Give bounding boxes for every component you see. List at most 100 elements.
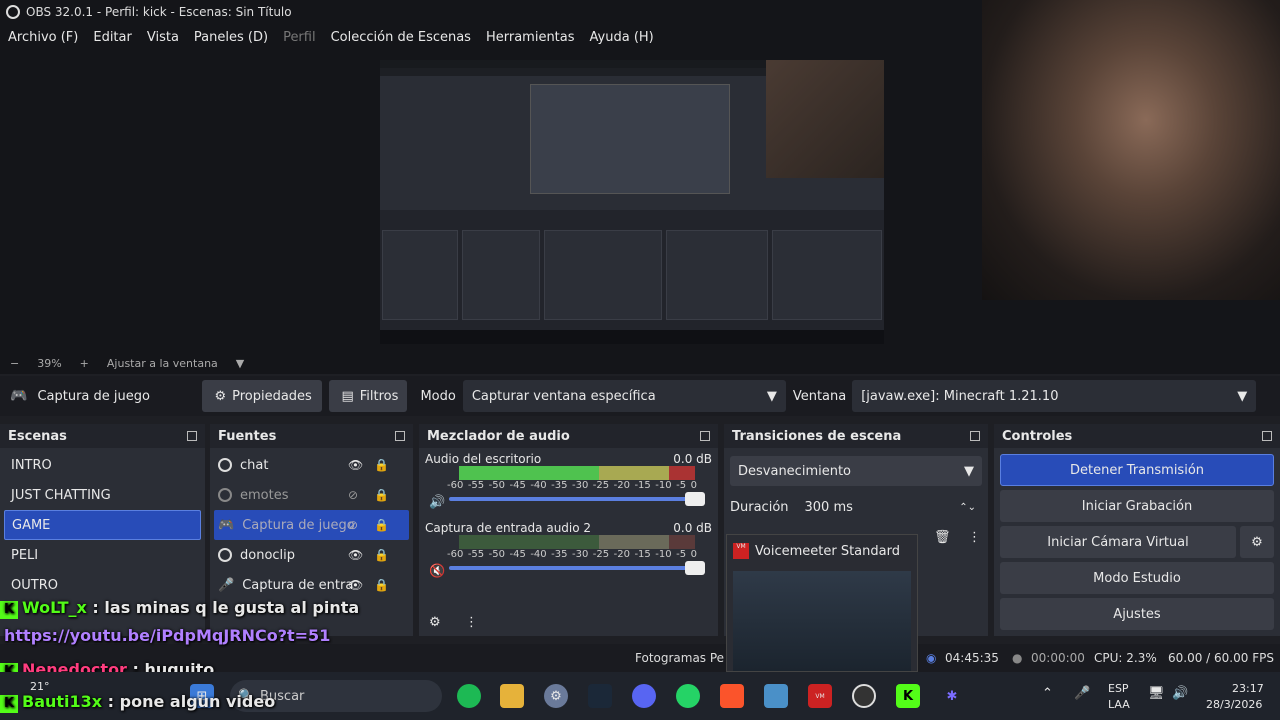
more-options-icon[interactable]: ⋮	[968, 530, 981, 545]
muted-speaker-icon[interactable]: 🔇	[429, 564, 445, 579]
undock-icon[interactable]	[187, 431, 197, 441]
eye-hidden-icon[interactable]: ⊘	[348, 518, 358, 532]
menu-perfil[interactable]: Perfil	[283, 30, 316, 45]
voicemeeter-taskbar-icon[interactable]: VM	[808, 684, 832, 708]
undock-icon[interactable]	[1262, 431, 1272, 441]
chevron-down-icon: ▼	[766, 388, 777, 404]
discord-icon[interactable]	[632, 684, 656, 708]
eye-icon[interactable]: 👁	[348, 548, 363, 562]
undock-icon[interactable]	[970, 431, 980, 441]
channel-name: Audio del escritorio	[425, 452, 542, 466]
transition-select[interactable]: Desvanecimiento ▼	[730, 456, 982, 486]
channel-db: 0.0 dB	[673, 521, 712, 535]
microphone-icon[interactable]: 🎤	[1074, 686, 1090, 701]
network-icon[interactable]: 🖥	[1148, 686, 1165, 701]
scene-item-intro[interactable]: INTRO	[0, 450, 205, 480]
window-select[interactable]: [javaw.exe]: Minecraft 1.21.10 ▼	[852, 380, 1257, 412]
microphone-icon: 🎤	[218, 577, 235, 593]
scenes-header: Escenas	[0, 424, 205, 448]
stream-icon: ◉	[926, 651, 937, 665]
speaker-icon[interactable]: 🔊	[429, 495, 445, 510]
lang-primary[interactable]: ESP	[1108, 682, 1129, 695]
eye-icon[interactable]: 👁	[348, 458, 363, 472]
filters-button[interactable]: ▤ Filtros	[329, 380, 408, 412]
menu-editar[interactable]: Editar	[93, 30, 132, 45]
volume-slider[interactable]	[449, 561, 705, 575]
undock-icon[interactable]	[395, 431, 405, 441]
controls-dock: Controles Detener Transmisión Iniciar Gr…	[994, 424, 1280, 636]
brave-icon[interactable]	[720, 684, 744, 708]
stop-stream-button[interactable]: Detener Transmisión	[1000, 454, 1274, 486]
settings-button[interactable]: Ajustes	[1000, 598, 1274, 630]
preview-canvas[interactable]	[380, 60, 884, 344]
chevron-down-icon[interactable]: ▼	[236, 357, 244, 370]
duration-input[interactable]: 300 ms ⌃⌄	[798, 492, 982, 522]
slider-knob[interactable]	[685, 492, 705, 506]
lock-icon[interactable]: 🔒	[374, 458, 389, 472]
eye-hidden-icon[interactable]: ⊘	[348, 488, 358, 502]
menu-paneles[interactable]: Paneles (D)	[194, 30, 268, 45]
record-icon: ●	[1012, 651, 1023, 665]
menu-ayuda[interactable]: Ayuda (H)	[590, 30, 654, 45]
start-recording-button[interactable]: Iniciar Grabación	[1000, 490, 1274, 522]
photos-icon[interactable]	[764, 684, 788, 708]
source-item-emotes[interactable]: emotes ⊘ 🔒	[210, 480, 413, 510]
window-label: Ventana	[792, 388, 847, 404]
more-options-icon[interactable]: ⋮	[465, 615, 478, 630]
scene-item-outro[interactable]: OUTRO	[0, 570, 205, 600]
lang-secondary[interactable]: LAA	[1108, 698, 1130, 711]
transition-type: Desvanecimiento	[738, 463, 852, 479]
duration-value: 300 ms	[804, 499, 853, 515]
source-item-captura-juego[interactable]: 🎮 Captura de juego ⊘ 🔒	[214, 510, 409, 540]
scene-item-just-chatting[interactable]: JUST CHATTING	[0, 480, 205, 510]
eye-icon[interactable]: 👁	[348, 578, 363, 592]
mode-select[interactable]: Capturar ventana específica ▼	[462, 380, 786, 412]
slider-knob[interactable]	[685, 561, 705, 575]
spin-icon[interactable]: ⌃⌄	[959, 502, 976, 513]
menu-coleccion[interactable]: Colección de Escenas	[331, 30, 471, 45]
obs-taskbar-icon[interactable]	[852, 684, 876, 708]
lock-icon[interactable]: 🔒	[374, 518, 389, 532]
lock-icon[interactable]: 🔒	[374, 578, 389, 592]
browser-source-icon	[218, 458, 232, 472]
source-item-captura-entrada[interactable]: 🎤 Captura de entra 👁 🔒	[210, 570, 413, 600]
duration-label: Duración	[730, 499, 789, 515]
volume-icon[interactable]: 🔊	[1172, 686, 1188, 701]
lock-icon[interactable]: 🔒	[374, 488, 389, 502]
whatsapp-icon[interactable]	[676, 684, 700, 708]
zoom-bar: − 39% + Ajustar a la ventana ▼	[0, 352, 1280, 374]
spotify-icon[interactable]	[457, 684, 481, 708]
source-item-chat[interactable]: chat 👁 🔒	[210, 450, 413, 480]
nested-scenes	[382, 230, 458, 320]
clock-time[interactable]: 23:17	[1232, 682, 1264, 695]
virtual-cam-button[interactable]: Iniciar Cámara Virtual	[1000, 526, 1236, 558]
trash-icon[interactable]: 🗑	[934, 530, 951, 545]
virtual-cam-settings-icon[interactable]: ⚙	[1240, 526, 1274, 558]
kick-icon: K	[0, 601, 18, 619]
source-label: donoclip	[240, 547, 296, 563]
gear-icon[interactable]: ⚙	[429, 615, 441, 630]
menu-archivo[interactable]: Archivo (F)	[8, 30, 78, 45]
source-label: emotes	[240, 487, 289, 503]
kick-taskbar-icon[interactable]: K	[896, 684, 920, 708]
steam-icon[interactable]	[588, 684, 612, 708]
source-item-donoclip[interactable]: donoclip 👁 🔒	[210, 540, 413, 570]
properties-button[interactable]: ⚙ Propiedades	[202, 380, 323, 412]
zoom-in-button[interactable]: +	[80, 357, 89, 370]
menu-herramientas[interactable]: Herramientas	[486, 30, 575, 45]
zoom-out-button[interactable]: −	[10, 357, 19, 370]
zoom-fit-dropdown[interactable]: Ajustar a la ventana	[107, 357, 218, 370]
network-app-icon[interactable]: ✱	[940, 684, 964, 708]
clock-date[interactable]: 28/3/2026	[1206, 698, 1262, 711]
volume-slider[interactable]	[449, 492, 705, 506]
file-explorer-icon[interactable]	[500, 684, 524, 708]
scene-item-peli[interactable]: PELI	[0, 540, 205, 570]
lock-icon[interactable]: 🔒	[374, 548, 389, 562]
settings-app-icon[interactable]: ⚙	[544, 684, 568, 708]
scene-item-game[interactable]: GAME	[4, 510, 201, 540]
studio-mode-button[interactable]: Modo Estudio	[1000, 562, 1274, 594]
voicemeeter-thumbnail[interactable]: VM Voicemeeter Standard	[726, 534, 918, 672]
menu-vista[interactable]: Vista	[147, 30, 179, 45]
chevron-up-icon[interactable]: ⌃	[1042, 686, 1053, 701]
undock-icon[interactable]	[700, 431, 710, 441]
